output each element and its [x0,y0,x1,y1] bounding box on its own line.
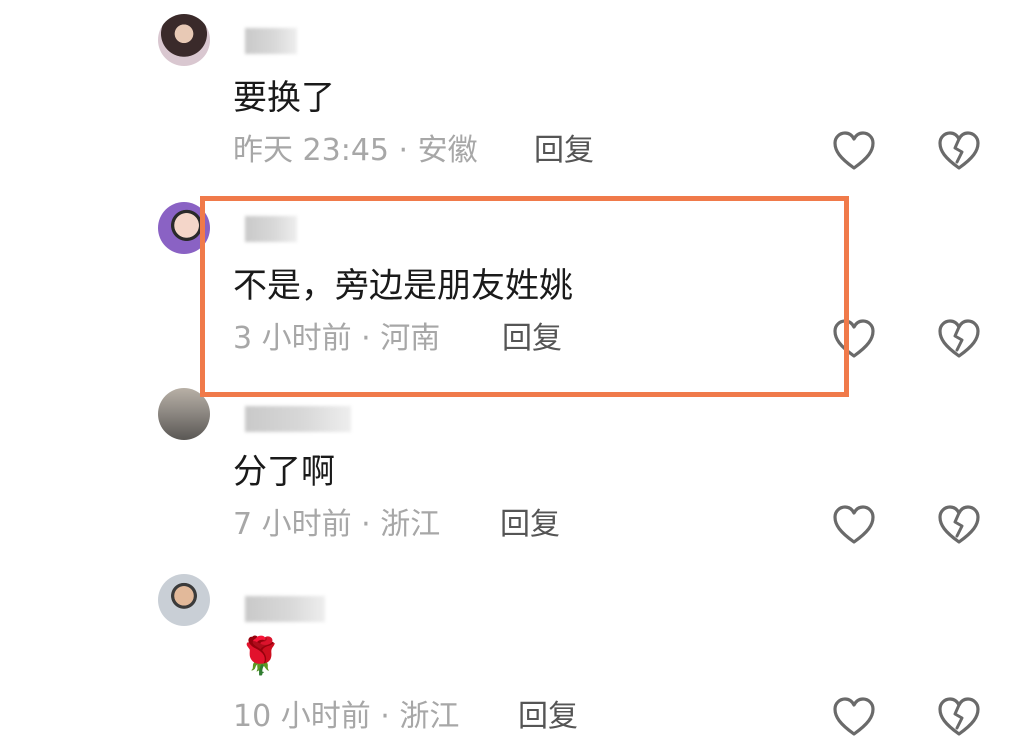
username-blurred[interactable] [245,406,351,432]
comment-text: 🌹 [238,636,283,677]
username-blurred[interactable] [245,216,297,242]
comment-text: 分了啊 [233,452,335,492]
reply-button[interactable]: 回复 [518,699,578,735]
heart-icon[interactable] [832,130,876,172]
username-blurred[interactable] [245,596,325,622]
avatar[interactable] [158,14,210,66]
comment-meta: 3 小时前 · 河南 [233,321,441,356]
comment-meta: 10 小时前 · 浙江 [233,699,460,734]
avatar[interactable] [158,574,210,626]
avatar[interactable] [158,202,210,254]
username-blurred[interactable] [245,28,297,54]
heart-icon[interactable] [832,504,876,546]
reply-button[interactable]: 回复 [500,507,560,543]
heart-icon[interactable] [832,318,876,360]
comment-meta: 7 小时前 · 浙江 [233,507,441,542]
broken-heart-icon[interactable] [937,504,981,546]
heart-icon[interactable] [832,696,876,738]
comment-meta: 昨天 23:45 · 安徽 [233,133,478,168]
comment-text: 要换了 [233,78,335,118]
comment-text: 不是，旁边是朋友姓姚 [233,266,573,306]
broken-heart-icon[interactable] [937,318,981,360]
reply-button[interactable]: 回复 [502,321,562,357]
avatar[interactable] [158,388,210,440]
broken-heart-icon[interactable] [937,130,981,172]
reply-button[interactable]: 回复 [534,133,594,169]
broken-heart-icon[interactable] [937,696,981,738]
